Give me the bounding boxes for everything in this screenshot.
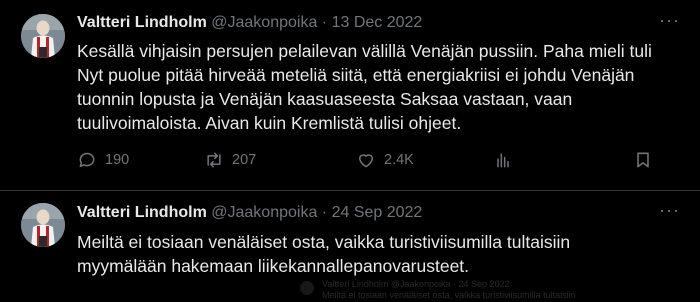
tweet-date[interactable]: 24 Sep 2022	[332, 204, 423, 221]
like-button[interactable]: 2.4K	[356, 150, 414, 170]
avatar-image	[21, 14, 65, 58]
avatar[interactable]	[21, 203, 65, 247]
tweet-header: Valtteri Lindholm @Jaakonpoika · 24 Sep …	[77, 204, 422, 222]
separator: ·	[321, 204, 328, 221]
avatar[interactable]	[21, 14, 65, 58]
tweet-text-line: tuulivoimaloista. Aivan kuin Kremlistä t…	[77, 113, 462, 133]
author-handle[interactable]: @Jaakonpoika	[211, 204, 317, 221]
tweet-text: Kesällä vihjaisin persujen pelailevan vä…	[77, 39, 685, 135]
author-name[interactable]: Valtteri Lindholm	[77, 204, 207, 221]
reply-button[interactable]: 190	[77, 150, 129, 170]
tweet-text: Meiltä ei tosiaan venäläiset osta, vaikk…	[77, 230, 685, 278]
more-icon[interactable]: ···	[659, 10, 680, 31]
like-count: 2.4K	[384, 152, 414, 168]
views-chart-icon	[497, 153, 509, 168]
ghost-line: Valtteri Lindholm @Jaakonpoika · 24 Sep …	[322, 279, 510, 289]
tweet-header: Valtteri Lindholm @Jaakonpoika · 13 Dec …	[77, 14, 422, 32]
separator: ·	[321, 14, 328, 31]
bookmark-icon	[637, 152, 649, 168]
avatar-image	[21, 203, 65, 247]
more-icon[interactable]: ···	[659, 200, 680, 221]
views-button[interactable]	[493, 150, 513, 170]
retweet-icon	[207, 152, 221, 168]
tweet-text-line: Nyt puolue pitää hirveää meteliä siitä, …	[77, 65, 635, 85]
tweet-text-line: myymälään hakemaan liikekannallepanovaru…	[77, 256, 470, 276]
heart-icon	[359, 154, 373, 168]
tweet-text-line: tuonnin lopusta ja Venäjän kaasuaseesta …	[77, 89, 573, 109]
reply-count: 190	[105, 152, 130, 168]
tweet-date[interactable]: 13 Dec 2022	[332, 14, 423, 31]
tweet[interactable]: Valtteri Lindholm @Jaakonpoika · 13 Dec …	[0, 0, 700, 191]
reply-icon	[79, 152, 95, 167]
tweet[interactable]: Valtteri Lindholm @Jaakonpoika · 24 Sep …	[0, 191, 700, 302]
author-handle[interactable]: @Jaakonpoika	[211, 14, 317, 31]
tweet-text-line: Meiltä ei tosiaan venäläiset osta, vaikk…	[77, 232, 571, 252]
action-bar: 190 207 2.4K	[77, 150, 667, 174]
retweet-count: 207	[232, 152, 257, 168]
tweet-text-line: Kesällä vihjaisin persujen pelailevan vä…	[77, 41, 652, 61]
retweet-button[interactable]: 207	[204, 150, 256, 170]
ghost-line: Meiltä ei tosiaan venäläiset osta, vaikk…	[322, 290, 576, 300]
author-name[interactable]: Valtteri Lindholm	[77, 14, 207, 31]
bookmark-button[interactable]	[633, 150, 653, 170]
quoted-preview-ghost: Valtteri Lindholm @Jaakonpoika · 24 Sep …	[300, 277, 630, 302]
ghost-text: Valtteri Lindholm @Jaakonpoika · 24 Sep …	[322, 279, 576, 301]
ghost-avatar	[300, 281, 314, 295]
